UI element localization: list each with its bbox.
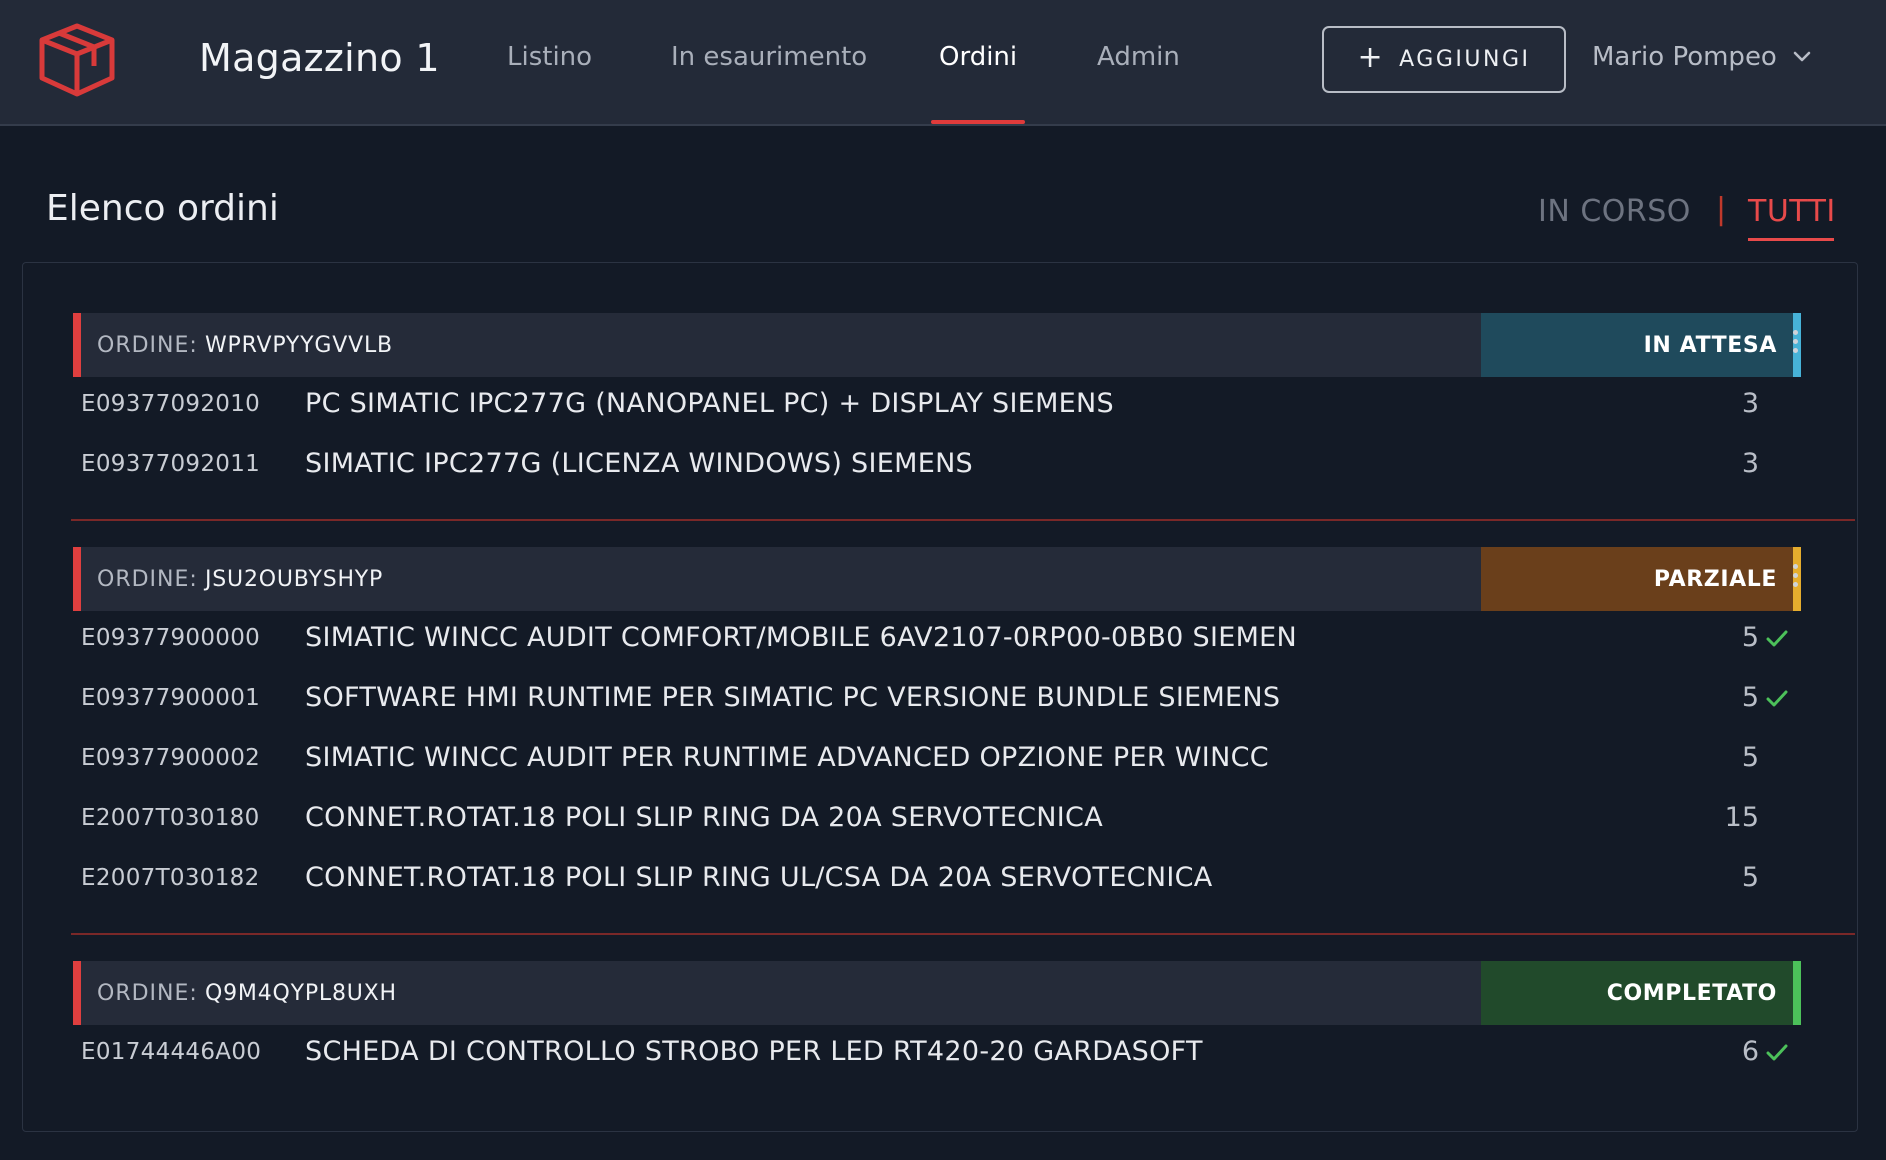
status-label: COMPLETATO bbox=[1606, 980, 1777, 1006]
item-description: SCHEDA DI CONTROLLO STROBO PER LED RT420… bbox=[305, 1036, 1203, 1067]
item-code: E09377900001 bbox=[81, 685, 261, 711]
item-code: E09377092010 bbox=[81, 391, 261, 417]
app-title: Magazzino 1 bbox=[199, 36, 440, 80]
orders-panel: ORDINE: WPRVPYYGVVLB IN ATTESA E09377092… bbox=[22, 262, 1858, 1132]
chevron-down-icon bbox=[1793, 51, 1811, 62]
item-quantity: 3 bbox=[1741, 448, 1759, 479]
status-label: PARZIALE bbox=[1653, 566, 1777, 592]
add-button[interactable]: + AGGIUNGI bbox=[1322, 26, 1566, 93]
order-item-row: E09377900000 SIMATIC WINCC AUDIT COMFORT… bbox=[81, 619, 1801, 659]
item-code: E09377900002 bbox=[81, 745, 261, 771]
order-accent bbox=[73, 961, 81, 1025]
add-button-label: AGGIUNGI bbox=[1399, 47, 1531, 72]
item-code: E2007T030180 bbox=[81, 805, 260, 831]
filter-in-corso[interactable]: IN CORSO bbox=[1538, 194, 1691, 229]
order-item-row: E09377092011 SIMATIC IPC277G (LICENZA WI… bbox=[81, 445, 1801, 485]
kebab-menu-icon[interactable] bbox=[1788, 561, 1802, 597]
item-code: E2007T030182 bbox=[81, 865, 260, 891]
plus-icon: + bbox=[1357, 40, 1386, 75]
order-item-row: E09377900001 SOFTWARE HMI RUNTIME PER SI… bbox=[81, 679, 1801, 719]
item-quantity: 5 bbox=[1741, 862, 1759, 893]
item-quantity: 15 bbox=[1724, 802, 1759, 833]
order-item-row: E2007T030180 CONNET.ROTAT.18 POLI SLIP R… bbox=[81, 799, 1801, 839]
check-icon bbox=[1766, 630, 1788, 647]
status-label: IN ATTESA bbox=[1643, 332, 1777, 358]
order-divider bbox=[71, 519, 1855, 521]
order-accent bbox=[73, 313, 81, 377]
user-name: Mario Pompeo bbox=[1592, 42, 1777, 72]
item-quantity: 5 bbox=[1741, 682, 1759, 713]
nav-in-esaurimento[interactable]: In esaurimento bbox=[671, 42, 867, 72]
top-bar: Magazzino 1 Listino In esaurimento Ordin… bbox=[0, 0, 1886, 126]
item-code: E01744446A00 bbox=[81, 1039, 262, 1065]
order-label: ORDINE: bbox=[97, 567, 198, 592]
status-badge: PARZIALE bbox=[1481, 547, 1801, 611]
order-label: ORDINE: bbox=[97, 981, 198, 1006]
item-quantity: 5 bbox=[1741, 622, 1759, 653]
nav-listino[interactable]: Listino bbox=[507, 42, 592, 72]
status-badge: IN ATTESA bbox=[1481, 313, 1801, 377]
check-icon bbox=[1766, 690, 1788, 707]
order-header: ORDINE: Q9M4QYPL8UXH COMPLETATO bbox=[73, 961, 1801, 1025]
order-accent bbox=[73, 547, 81, 611]
item-description: SOFTWARE HMI RUNTIME PER SIMATIC PC VERS… bbox=[305, 682, 1281, 713]
order-id: WPRVPYYGVVLB bbox=[205, 333, 393, 358]
status-badge: COMPLETATO bbox=[1481, 961, 1801, 1025]
order-item-row: E01744446A00 SCHEDA DI CONTROLLO STROBO … bbox=[81, 1033, 1801, 1073]
item-code: E09377900000 bbox=[81, 625, 261, 651]
page-title: Elenco ordini bbox=[46, 188, 279, 229]
filter-tutti[interactable]: TUTTI bbox=[1748, 194, 1836, 229]
item-description: CONNET.ROTAT.18 POLI SLIP RING UL/CSA DA… bbox=[305, 862, 1213, 893]
order-label: ORDINE: bbox=[97, 333, 198, 358]
item-description: SIMATIC IPC277G (LICENZA WINDOWS) SIEMEN… bbox=[305, 448, 973, 479]
filter-active-indicator bbox=[1748, 238, 1834, 241]
item-description: SIMATIC WINCC AUDIT COMFORT/MOBILE 6AV21… bbox=[305, 622, 1298, 653]
item-description: PC SIMATIC IPC277G (NANOPANEL PC) + DISP… bbox=[305, 388, 1114, 419]
order-header: ORDINE: WPRVPYYGVVLB IN ATTESA bbox=[73, 313, 1801, 377]
kebab-menu-icon[interactable] bbox=[1788, 327, 1802, 363]
order-id: JSU2OUBYSHYP bbox=[205, 567, 384, 592]
order-item-row: E09377900002 SIMATIC WINCC AUDIT PER RUN… bbox=[81, 739, 1801, 779]
nav-active-indicator bbox=[931, 120, 1025, 124]
item-description: CONNET.ROTAT.18 POLI SLIP RING DA 20A SE… bbox=[305, 802, 1103, 833]
user-menu[interactable]: Mario Pompeo bbox=[1592, 42, 1811, 72]
nav-admin[interactable]: Admin bbox=[1097, 42, 1180, 72]
item-quantity: 6 bbox=[1741, 1036, 1759, 1067]
item-quantity: 3 bbox=[1741, 388, 1759, 419]
item-quantity: 5 bbox=[1741, 742, 1759, 773]
status-accent bbox=[1793, 961, 1801, 1025]
order-header: ORDINE: JSU2OUBYSHYP PARZIALE bbox=[73, 547, 1801, 611]
item-description: SIMATIC WINCC AUDIT PER RUNTIME ADVANCED… bbox=[305, 742, 1269, 773]
filter-separator: | bbox=[1716, 192, 1727, 227]
order-id: Q9M4QYPL8UXH bbox=[205, 981, 397, 1006]
order-divider bbox=[71, 933, 1855, 935]
item-code: E09377092011 bbox=[81, 451, 261, 477]
order-item-row: E2007T030182 CONNET.ROTAT.18 POLI SLIP R… bbox=[81, 859, 1801, 899]
box-icon[interactable] bbox=[36, 22, 118, 98]
nav-ordini[interactable]: Ordini bbox=[939, 42, 1017, 72]
order-item-row: E09377092010 PC SIMATIC IPC277G (NANOPAN… bbox=[81, 385, 1801, 425]
check-icon bbox=[1766, 1044, 1788, 1061]
